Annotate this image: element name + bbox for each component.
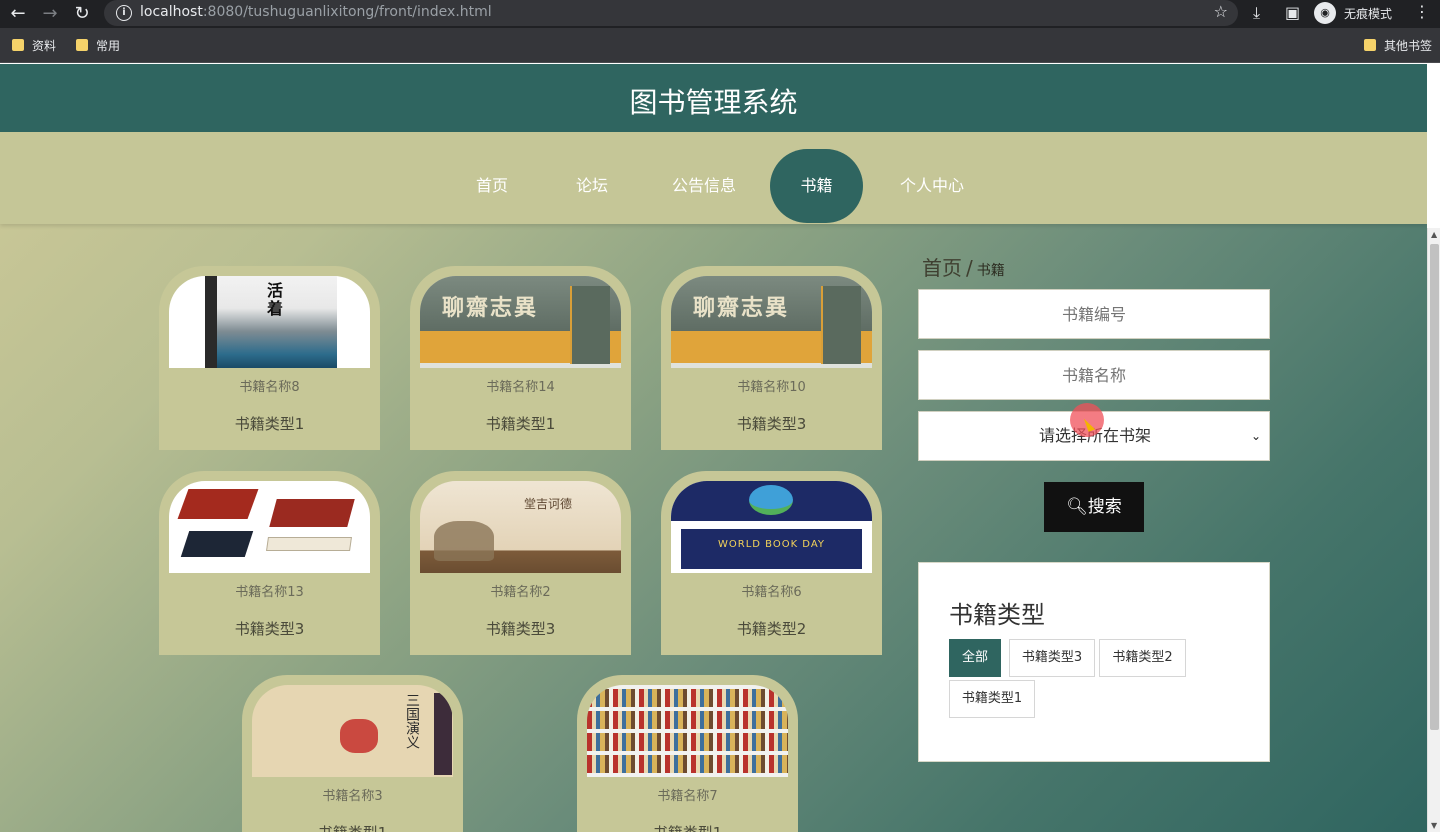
bookmarks-bar: 资料 常用 其他书签 <box>0 28 1440 63</box>
bookmark-folder[interactable]: 资料 <box>12 37 56 55</box>
folder-icon <box>76 39 88 51</box>
reload-icon[interactable]: ↻ <box>70 2 94 26</box>
book-type: 书籍类型3 <box>485 620 556 638</box>
cover-title: 活着 <box>264 282 283 318</box>
nav-home[interactable]: 首页 <box>458 149 526 223</box>
book-name: 书籍名称10 <box>737 380 806 395</box>
other-bookmarks[interactable]: 其他书签 <box>1364 37 1432 55</box>
book-cover[interactable] <box>587 685 788 777</box>
book-cover[interactable] <box>169 481 370 573</box>
book-cover[interactable]: 三国演义 <box>252 685 453 777</box>
folder-icon <box>12 39 24 51</box>
book-cover[interactable]: 活着 <box>169 276 370 368</box>
book-type: 书籍类型1 <box>234 415 305 433</box>
book-cover[interactable]: 聊齋志異 <box>671 276 872 368</box>
site-info-icon[interactable]: i <box>116 5 132 21</box>
book-type: 书籍类型1 <box>242 822 463 832</box>
nav-announcements[interactable]: 公告信息 <box>658 149 750 223</box>
book-card[interactable]: 活着 书籍名称8 书籍类型1 <box>159 266 380 450</box>
forward-icon[interactable]: → <box>38 2 62 26</box>
book-name: 书籍名称7 <box>657 789 718 804</box>
cover-box <box>570 286 610 364</box>
book-name-input[interactable] <box>918 350 1270 400</box>
nav-personal-center[interactable]: 个人中心 <box>890 149 974 223</box>
side-panel-icon[interactable]: ▣ <box>1285 3 1300 22</box>
type-tag-all[interactable]: 全部 <box>949 639 1001 677</box>
address-bar[interactable]: i localhost:8080/tushuguanlixitong/front… <box>104 0 1238 26</box>
book-number-input[interactable] <box>918 289 1270 339</box>
types-title: 书籍类型 <box>949 601 1045 629</box>
cover-figure <box>434 521 494 561</box>
breadcrumb-separator: / <box>966 256 973 280</box>
book-type: 书籍类型1 <box>577 822 798 832</box>
cover-book-shape <box>177 489 259 519</box>
cover-book-shape <box>180 531 254 557</box>
book-cover[interactable]: WORLD BOOK DAY <box>671 481 872 573</box>
folder-icon <box>1364 39 1376 51</box>
incognito-indicator[interactable]: ◉ 无痕模式 <box>1312 1 1404 25</box>
search-button[interactable]: 🔍︎搜索 <box>1044 482 1144 532</box>
breadcrumb: 首页 / 书籍 <box>922 252 1005 281</box>
book-type: 书籍类型3 <box>234 620 305 638</box>
cover-box <box>821 286 861 364</box>
url-text: localhost:8080/tushuguanlixitong/front/i… <box>140 4 492 20</box>
cover-book-shape <box>266 537 352 551</box>
book-type: 书籍类型3 <box>736 415 807 433</box>
cover-title: 堂吉诃德 <box>524 497 573 511</box>
book-card[interactable]: WORLD BOOK DAY 书籍名称6 书籍类型2 <box>661 471 882 655</box>
chevron-down-icon: ⌄ <box>1250 429 1261 443</box>
search-button-label: 搜索 <box>1087 497 1122 517</box>
incognito-icon: ◉ <box>1314 2 1336 24</box>
book-card[interactable]: 聊齋志異 书籍名称10 书籍类型3 <box>661 266 882 450</box>
book-name: 书籍名称3 <box>322 789 383 804</box>
page-scrollbar[interactable]: ▲ ▼ <box>1427 228 1440 832</box>
book-name: 书籍名称14 <box>486 380 555 395</box>
scroll-thumb[interactable] <box>1430 244 1439 730</box>
site-title: 图书管理系统 <box>629 86 798 119</box>
cover-title: WORLD BOOK DAY <box>717 539 826 550</box>
cover-spine <box>205 276 217 368</box>
breadcrumb-current: 书籍 <box>976 263 1005 279</box>
download-icon[interactable]: ⤓ <box>1253 3 1260 23</box>
breadcrumb-home[interactable]: 首页 <box>922 256 962 280</box>
book-card[interactable]: 聊齋志異 书籍名称14 书籍类型1 <box>410 266 631 450</box>
book-types-panel: 书籍类型 全部 书籍类型3 书籍类型2 书籍类型1 <box>918 562 1270 762</box>
book-name: 书籍名称8 <box>239 380 300 395</box>
cover-title: 三国演义 <box>404 693 420 749</box>
back-icon[interactable]: ← <box>6 2 30 26</box>
type-tag[interactable]: 书籍类型2 <box>1099 639 1186 677</box>
book-cover[interactable]: 堂吉诃德 <box>420 481 621 573</box>
search-icon: 🔍︎ <box>1066 497 1088 517</box>
cover-title: 聊齋志異 <box>442 296 539 321</box>
cover-globe <box>749 485 793 515</box>
bookmark-folder[interactable]: 常用 <box>76 37 120 55</box>
book-type: 书籍类型1 <box>485 415 556 433</box>
scroll-up-icon[interactable]: ▲ <box>1431 230 1437 239</box>
book-name: 书籍名称13 <box>235 585 304 600</box>
cover-edge <box>434 693 452 775</box>
main-nav: 首页 论坛 公告信息 书籍 个人中心 <box>0 132 1427 224</box>
cover-book-shape <box>269 499 355 527</box>
book-name: 书籍名称6 <box>741 585 802 600</box>
type-tag[interactable]: 书籍类型3 <box>1009 639 1095 677</box>
cover-title: 聊齋志異 <box>693 296 790 321</box>
site-header: 图书管理系统 <box>0 64 1427 132</box>
nav-books[interactable]: 书籍 <box>770 149 863 223</box>
book-card[interactable]: 堂吉诃德 书籍名称2 书籍类型3 <box>410 471 631 655</box>
scroll-down-icon[interactable]: ▼ <box>1431 821 1437 830</box>
bookmark-star-icon[interactable]: ☆ <box>1214 2 1228 21</box>
incognito-label: 无痕模式 <box>1344 7 1393 21</box>
cover-seal <box>340 719 378 753</box>
book-name: 书籍名称2 <box>490 585 551 600</box>
book-type: 书籍类型2 <box>736 620 807 638</box>
type-tag[interactable]: 书籍类型1 <box>949 680 1035 718</box>
book-card[interactable]: 书籍名称7 书籍类型1 <box>577 675 798 832</box>
browser-toolbar: ← → ↻ i localhost:8080/tushuguanlixitong… <box>0 0 1440 28</box>
book-card[interactable]: 三国演义 书籍名称3 书籍类型1 <box>242 675 463 832</box>
book-cover[interactable]: 聊齋志異 <box>420 276 621 368</box>
browser-menu-icon[interactable]: ⋮ <box>1414 2 1430 21</box>
book-card[interactable]: 书籍名称13 书籍类型3 <box>159 471 380 655</box>
page-content: 图书管理系统 首页 论坛 公告信息 书籍 个人中心 活着 书籍名称8 书籍类型1… <box>0 64 1427 832</box>
nav-forum[interactable]: 论坛 <box>558 149 626 223</box>
